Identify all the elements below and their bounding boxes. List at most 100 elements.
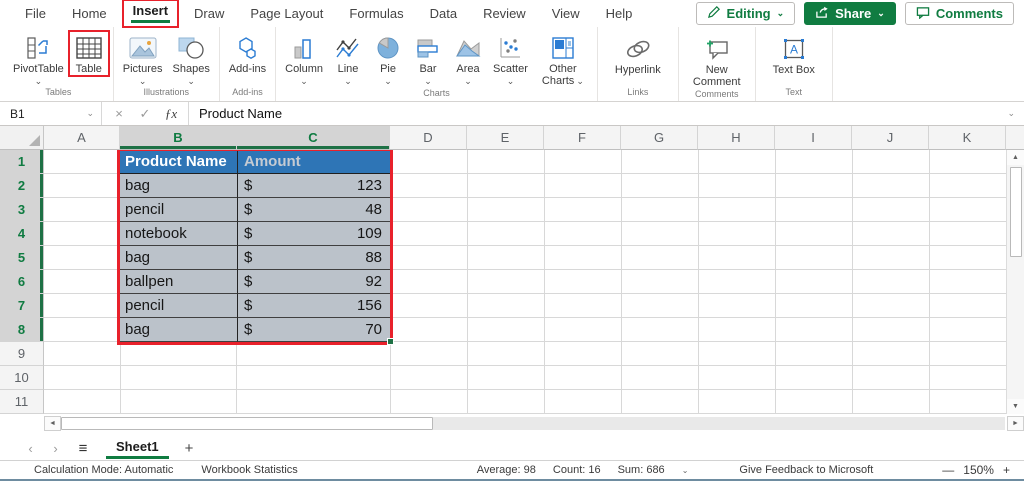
menu-tab-view[interactable]: View bbox=[539, 2, 593, 25]
cell-b4[interactable]: notebook bbox=[120, 222, 237, 246]
horizontal-scrollbar-thumb[interactable] bbox=[61, 416, 433, 430]
row-header-7[interactable]: 7 bbox=[0, 294, 44, 318]
add-sheet-icon[interactable]: + bbox=[185, 440, 194, 457]
status-average[interactable]: Average: 98 bbox=[477, 464, 536, 476]
column-header-g[interactable]: G bbox=[621, 126, 698, 150]
cell-c5[interactable]: $88 bbox=[237, 246, 390, 270]
status-count[interactable]: Count: 16 bbox=[553, 464, 601, 476]
column-chart-button[interactable]: Column ⌄ bbox=[281, 32, 327, 86]
cell-b6[interactable]: ballpen bbox=[120, 270, 237, 294]
bar-chart-button[interactable]: Bar ⌄ bbox=[409, 32, 447, 86]
comments-button[interactable]: Comments bbox=[904, 2, 1014, 25]
scroll-down-icon[interactable]: ▼ bbox=[1007, 399, 1024, 414]
column-header-i[interactable]: I bbox=[775, 126, 852, 150]
next-sheet-icon[interactable]: › bbox=[43, 441, 68, 456]
cells-area[interactable]: Product Name Amount bag $123 pencil $48 … bbox=[44, 150, 1006, 414]
expand-formula-bar-button[interactable]: ⌄ bbox=[1007, 102, 1024, 125]
vertical-scrollbar[interactable]: ▲ ▼ bbox=[1006, 150, 1024, 414]
previous-sheet-icon[interactable]: ‹ bbox=[18, 441, 43, 456]
zoom-in-icon[interactable]: + bbox=[1003, 463, 1010, 477]
menu-tab-page-layout[interactable]: Page Layout bbox=[237, 2, 336, 25]
row-header-3[interactable]: 3 bbox=[0, 198, 44, 222]
name-box[interactable]: B1 ⌄ bbox=[0, 102, 102, 125]
new-comment-icon bbox=[703, 34, 731, 64]
confirm-entry-icon[interactable]: ✓ bbox=[132, 106, 158, 122]
cell-b7[interactable]: pencil bbox=[120, 294, 237, 318]
zoom-level[interactable]: 150% bbox=[963, 463, 994, 477]
line-chart-button[interactable]: Line ⌄ bbox=[329, 32, 367, 86]
select-all-button[interactable] bbox=[0, 126, 44, 150]
row-header-11[interactable]: 11 bbox=[0, 390, 44, 414]
vertical-scrollbar-thumb[interactable] bbox=[1009, 167, 1022, 257]
column-header-d[interactable]: D bbox=[390, 126, 467, 150]
cancel-entry-icon[interactable]: × bbox=[106, 106, 132, 121]
share-button[interactable]: Share ⌄ bbox=[804, 2, 896, 25]
formula-input[interactable]: Product Name bbox=[189, 102, 1007, 125]
pivottable-button[interactable]: PivotTable ⌄ bbox=[9, 32, 68, 86]
editing-mode-button[interactable]: Editing ⌄ bbox=[695, 2, 796, 25]
cell-c8[interactable]: $70 bbox=[237, 318, 390, 342]
scroll-left-icon[interactable]: ◄ bbox=[44, 415, 61, 431]
cell-c4[interactable]: $109 bbox=[237, 222, 390, 246]
sheet-tab-sheet1[interactable]: Sheet1 bbox=[106, 438, 169, 459]
menu-tab-help[interactable]: Help bbox=[593, 2, 646, 25]
cell-c3[interactable]: $48 bbox=[237, 198, 390, 222]
calculation-mode-status[interactable]: Calculation Mode: Automatic bbox=[34, 464, 173, 476]
all-sheets-menu-icon[interactable]: ≡ bbox=[68, 440, 98, 457]
row-header-5[interactable]: 5 bbox=[0, 246, 44, 270]
row-header-8[interactable]: 8 bbox=[0, 318, 44, 342]
shapes-button[interactable]: Shapes ⌄ bbox=[169, 32, 214, 86]
row-header-2[interactable]: 2 bbox=[0, 174, 44, 198]
cell-c7[interactable]: $156 bbox=[237, 294, 390, 318]
column-header-a[interactable]: A bbox=[44, 126, 120, 150]
row-header-6[interactable]: 6 bbox=[0, 270, 44, 294]
horizontal-scrollbar[interactable]: ◄ ► bbox=[0, 414, 1024, 432]
cell-b3[interactable]: pencil bbox=[120, 198, 237, 222]
menu-tab-insert[interactable]: Insert bbox=[121, 0, 180, 28]
text-box-button[interactable]: A Text Box bbox=[761, 32, 827, 76]
cell-b2[interactable]: bag bbox=[120, 174, 237, 198]
scatter-chart-button[interactable]: Scatter ⌄ bbox=[489, 32, 532, 86]
hyperlink-button[interactable]: Hyperlink bbox=[603, 32, 673, 76]
scroll-up-icon[interactable]: ▲ bbox=[1007, 150, 1024, 165]
row-header-9[interactable]: 9 bbox=[0, 342, 44, 366]
new-comment-button[interactable]: New Comment bbox=[684, 32, 750, 88]
cell-c1[interactable]: Amount bbox=[237, 150, 390, 174]
chevron-down-icon[interactable]: ⌄ bbox=[682, 466, 689, 475]
workbook-statistics-button[interactable]: Workbook Statistics bbox=[201, 464, 297, 476]
menu-tab-review[interactable]: Review bbox=[470, 2, 539, 25]
menu-tab-data[interactable]: Data bbox=[417, 2, 470, 25]
column-header-e[interactable]: E bbox=[467, 126, 544, 150]
menu-tab-draw[interactable]: Draw bbox=[181, 2, 237, 25]
cell-c2[interactable]: $123 bbox=[237, 174, 390, 198]
menu-tab-file[interactable]: File bbox=[12, 2, 59, 25]
cell-b1[interactable]: Product Name bbox=[120, 150, 237, 174]
area-chart-button[interactable]: Area ⌄ bbox=[449, 32, 487, 86]
menu-tab-home[interactable]: Home bbox=[59, 2, 120, 25]
menu-tab-formulas[interactable]: Formulas bbox=[336, 2, 416, 25]
status-sum[interactable]: Sum: 686 bbox=[618, 464, 665, 476]
other-charts-button[interactable]: Other Charts ⌄ bbox=[534, 32, 592, 87]
scroll-right-icon[interactable]: ► bbox=[1007, 415, 1024, 431]
column-header-k[interactable]: K bbox=[929, 126, 1006, 150]
row-header-1[interactable]: 1 bbox=[0, 150, 44, 174]
row-header-4[interactable]: 4 bbox=[0, 222, 44, 246]
column-header-h[interactable]: H bbox=[698, 126, 775, 150]
column-header-j[interactable]: J bbox=[852, 126, 929, 150]
column-header-c[interactable]: C bbox=[237, 126, 390, 150]
table-button[interactable]: Table bbox=[67, 30, 110, 77]
pie-chart-button[interactable]: Pie ⌄ bbox=[369, 32, 407, 86]
column-header-b[interactable]: B bbox=[120, 126, 237, 150]
feedback-link[interactable]: Give Feedback to Microsoft bbox=[739, 464, 873, 476]
fill-handle[interactable] bbox=[387, 338, 394, 345]
row-header-10[interactable]: 10 bbox=[0, 366, 44, 390]
insert-function-icon[interactable]: ƒx bbox=[158, 106, 184, 122]
zoom-out-icon[interactable]: — bbox=[942, 463, 954, 477]
cell-b5[interactable]: bag bbox=[120, 246, 237, 270]
column-header-f[interactable]: F bbox=[544, 126, 621, 150]
pictures-button[interactable]: Pictures ⌄ bbox=[119, 32, 167, 86]
addins-button[interactable]: Add-ins bbox=[225, 32, 270, 75]
pencil-icon bbox=[707, 5, 721, 22]
cell-b8[interactable]: bag bbox=[120, 318, 237, 342]
cell-c6[interactable]: $92 bbox=[237, 270, 390, 294]
